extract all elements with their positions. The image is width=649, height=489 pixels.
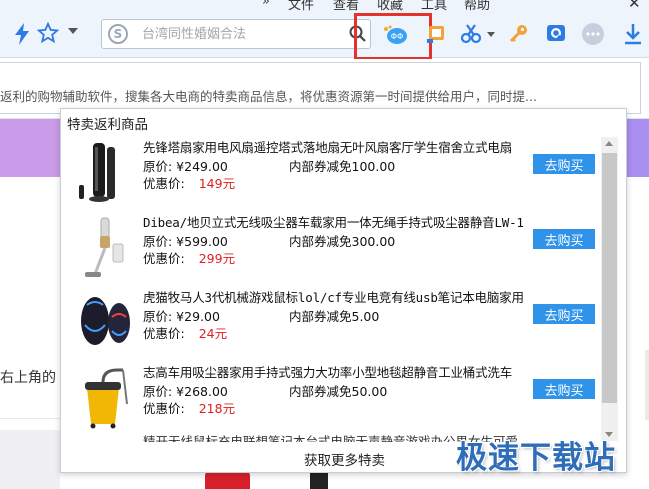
discount-price-row: 优惠价: 24元 xyxy=(143,323,227,342)
search-box[interactable]: S xyxy=(101,19,371,49)
star-icon[interactable] xyxy=(36,21,60,45)
menu-item-view[interactable]: 查看 xyxy=(333,0,359,12)
discount-label: 优惠价: xyxy=(143,251,185,266)
scrollbar-thumb[interactable] xyxy=(602,153,617,403)
discount-price: 149元 xyxy=(198,176,236,191)
discount-label: 优惠价: xyxy=(143,401,185,416)
list-item: 先锋塔扇家用电风扇遥控塔式落地扇无叶风扇客厅学生宿舍立式电扇 原价: ¥249.… xyxy=(61,135,609,207)
discount-price-row: 优惠价: 218元 xyxy=(143,398,235,417)
highlight-annotation-box xyxy=(354,13,432,60)
list-item: 虎猫牧马人3代机械游戏鼠标lol/cf专业电竞有线usb笔记本电脑家用 原价: … xyxy=(61,285,609,357)
menu-item-file[interactable]: 文件 xyxy=(288,0,314,12)
discount-label: 优惠价: xyxy=(143,176,185,191)
page-banner-left xyxy=(0,119,60,177)
discount-price: 24元 xyxy=(198,326,228,341)
deals-list: 先锋塔扇家用电风扇遥控塔式落地扇无叶风扇客厅学生宿舍立式电扇 原价: ¥249.… xyxy=(61,135,628,445)
menu-item-help[interactable]: 帮助 xyxy=(464,0,490,12)
discount-label: 优惠价: xyxy=(143,326,185,341)
search-input[interactable] xyxy=(142,23,332,45)
coupon-discount: 内部券减免300.00 xyxy=(289,234,396,249)
list-item: Dibea/地贝立式无线吸尘器车载家用一体无绳手持式吸尘器静音LW-1 原价: … xyxy=(61,210,609,282)
product-thumbnail-gaming-mouse[interactable] xyxy=(73,289,133,355)
page-banner-right xyxy=(627,119,649,177)
menu-item-tools[interactable]: 工具 xyxy=(421,0,447,12)
scissors-icon[interactable] xyxy=(460,23,482,45)
download-icon[interactable] xyxy=(622,22,644,46)
key-icon[interactable] xyxy=(508,23,530,45)
scroll-up-arrow-icon[interactable] xyxy=(605,141,613,146)
favorites-dropdown-caret-icon[interactable] xyxy=(68,28,78,34)
close-window-button[interactable]: ✕ xyxy=(628,0,641,12)
window-icon[interactable] xyxy=(425,23,447,45)
deals-popup: 特卖返利商品 先锋塔扇家用电风扇遥控塔式落地扇无叶风扇客厅学生宿舍立式电扇 原价… xyxy=(60,108,627,473)
coupon-discount: 内部券减免50.00 xyxy=(289,384,388,399)
browser-toolbar: S ΦΦ xyxy=(0,12,649,60)
product-thumbnail-bucket-vacuum[interactable] xyxy=(73,364,133,430)
discount-price: 218元 xyxy=(198,401,236,416)
camera-icon[interactable] xyxy=(545,22,567,44)
buy-button[interactable]: 去购买 xyxy=(533,229,595,249)
menu-bar: » 文件 查看 收藏 工具 帮助 ✕ xyxy=(0,0,649,12)
discount-price-row: 优惠价: 149元 xyxy=(143,173,235,192)
coupon-discount: 内部券减免100.00 xyxy=(289,159,396,174)
discount-price-row: 优惠价: 299元 xyxy=(143,248,235,267)
menu-item-favorites[interactable]: 收藏 xyxy=(377,0,403,12)
site-watermark: 极速下载站 xyxy=(456,440,616,476)
scissors-dropdown-caret-icon[interactable] xyxy=(487,32,495,37)
sogou-logo-icon: S xyxy=(108,24,128,44)
page-gray-section xyxy=(0,430,60,489)
menu-overflow-chevron[interactable]: » xyxy=(262,0,270,9)
page-scrollbar[interactable] xyxy=(645,350,649,420)
buy-button[interactable]: 去购买 xyxy=(533,304,595,324)
buy-button[interactable]: 去购买 xyxy=(533,379,595,399)
coupon-discount: 内部券减免5.00 xyxy=(289,309,380,324)
page-background-text: 右上角的 xyxy=(0,370,56,386)
product-thumbnail-tower-fan[interactable] xyxy=(73,139,133,205)
bolt-icon[interactable] xyxy=(12,22,32,46)
popup-title: 特卖返利商品 xyxy=(67,117,148,133)
info-text: 返利的购物辅助软件，搜集各大电商的特卖商品信息，将优惠资源第一时间提供给用户，同… xyxy=(0,89,537,104)
list-item: 志高车用吸尘器家用手持式强力大功率小型地毯超静音工业桶式洗车 原价: ¥268.… xyxy=(61,360,609,432)
product-thumbnail-vacuum-stick[interactable] xyxy=(73,214,133,280)
more-icon[interactable] xyxy=(581,22,605,46)
popup-scrollbar[interactable] xyxy=(601,137,618,441)
buy-button[interactable]: 去购买 xyxy=(533,154,595,174)
discount-price: 299元 xyxy=(198,251,236,266)
page-divider xyxy=(0,418,60,419)
